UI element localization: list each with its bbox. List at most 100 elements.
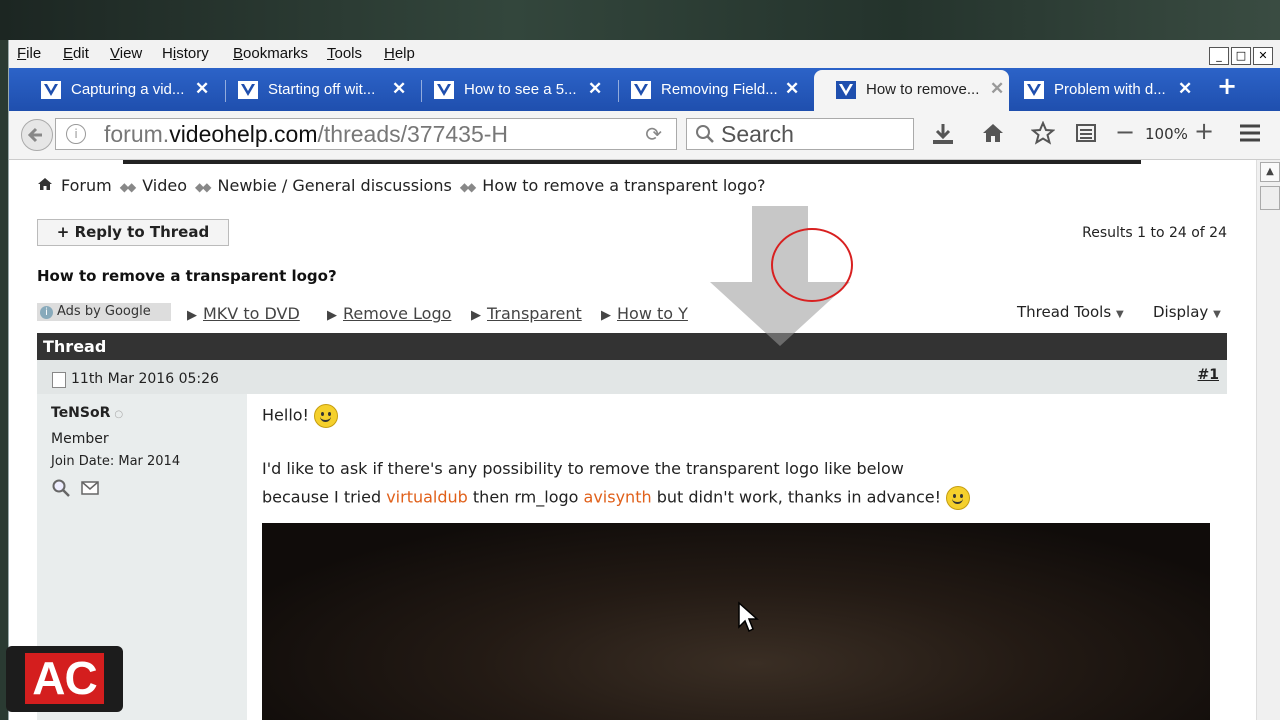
url-bar[interactable]: i forum.videohelp.com/threads/377435-H ⟳ bbox=[55, 118, 677, 150]
info-icon[interactable]: i bbox=[66, 124, 86, 144]
breadcrumb-current: How to remove a transparent logo? bbox=[482, 176, 766, 195]
window-controls: _ □ ✕ bbox=[1207, 44, 1273, 65]
scroll-up-arrow-icon[interactable]: ▲ bbox=[1260, 162, 1280, 182]
join-date: Join Date: Mar 2014 bbox=[51, 454, 181, 469]
post-permalink[interactable]: #1 bbox=[1198, 367, 1219, 383]
tab-label: How to see a 5... bbox=[464, 81, 577, 98]
tab-close-icon[interactable]: ✕ bbox=[195, 79, 209, 99]
desktop-background bbox=[0, 0, 1280, 40]
zoom-out-icon[interactable]: − bbox=[1115, 118, 1135, 146]
post-date: 11th Mar 2016 05:26 bbox=[71, 371, 219, 387]
tab-how-to-see[interactable]: How to see a 5... ✕ bbox=[412, 72, 607, 107]
thread-bar-label: Thread bbox=[43, 337, 107, 356]
search-placeholder: Search bbox=[721, 121, 794, 147]
hamburger-menu-icon[interactable] bbox=[1239, 123, 1261, 143]
menu-edit[interactable]: Edit bbox=[63, 45, 89, 62]
url-text[interactable]: forum.videohelp.com/threads/377435-H bbox=[104, 121, 604, 148]
scrollbar-thumb[interactable] bbox=[1260, 186, 1280, 210]
download-icon[interactable] bbox=[931, 122, 955, 146]
zoom-in-icon[interactable]: + bbox=[1194, 117, 1214, 145]
ad-link-remove-logo[interactable]: ▶ Remove Logo bbox=[327, 304, 451, 323]
play-triangle-icon: ▶ bbox=[327, 308, 337, 323]
tab-close-icon[interactable]: ✕ bbox=[785, 79, 799, 99]
link-avisynth[interactable]: avisynth bbox=[584, 488, 652, 507]
channel-logo-text: AC bbox=[25, 653, 104, 704]
tab-label: Starting off wit... bbox=[268, 81, 376, 98]
breadcrumb-video[interactable]: Video bbox=[142, 176, 187, 195]
smiley-icon bbox=[314, 404, 339, 428]
breadcrumb: Forum ◆◆ Video ◆◆ Newbie / General discussio… bbox=[37, 176, 766, 195]
tab-starting-off[interactable]: Starting off wit... ✕ bbox=[216, 72, 411, 107]
bookmark-star-icon[interactable] bbox=[1031, 121, 1055, 145]
reply-to-thread-button[interactable]: + Reply to Thread bbox=[37, 219, 229, 246]
reload-icon[interactable]: ⟳ bbox=[645, 122, 662, 146]
play-triangle-icon: ▶ bbox=[601, 308, 611, 323]
reply-label: Reply to Thread bbox=[74, 223, 210, 241]
tab-problem-with[interactable]: Problem with d... ✕ bbox=[1002, 72, 1197, 107]
thread-title: How to remove a transparent logo? bbox=[37, 267, 337, 285]
dropdown-arrow-icon: ▼ bbox=[1115, 309, 1124, 320]
ads-by-google-badge[interactable]: i Ads by Google bbox=[37, 303, 171, 321]
info-icon: i bbox=[40, 306, 53, 319]
thread-header-bar: Thread bbox=[37, 333, 1227, 360]
menu-view[interactable]: View bbox=[110, 45, 142, 62]
maximize-icon[interactable]: □ bbox=[1231, 47, 1251, 65]
ad-link-how-to[interactable]: ▶ How to Y bbox=[601, 304, 693, 323]
magnifier-icon[interactable] bbox=[51, 478, 71, 498]
play-triangle-icon: ▶ bbox=[471, 308, 481, 323]
back-button[interactable] bbox=[21, 119, 53, 151]
menu-bookmarks[interactable]: Bookmarks bbox=[233, 45, 308, 62]
home-icon[interactable] bbox=[981, 121, 1005, 145]
post-body: Hello! I'd like to ask if there's any po… bbox=[247, 394, 1227, 720]
dropdown-arrow-icon: ▼ bbox=[1213, 309, 1221, 320]
breadcrumb-forum[interactable]: Forum bbox=[61, 176, 112, 195]
breadcrumb-separator-icon: ◆◆ bbox=[195, 180, 212, 194]
plus-icon: + bbox=[56, 223, 75, 241]
navigation-bar: i forum.videohelp.com/threads/377435-H ⟳… bbox=[9, 111, 1280, 160]
ads-label: Ads by Google bbox=[57, 304, 151, 319]
minimize-icon[interactable]: _ bbox=[1209, 47, 1229, 65]
vertical-scrollbar[interactable]: ▲ bbox=[1256, 160, 1280, 720]
menu-help[interactable]: Help bbox=[384, 45, 415, 62]
post-greeting: Hello! bbox=[262, 404, 339, 428]
home-icon[interactable] bbox=[37, 176, 53, 192]
tab-label: How to remove... bbox=[866, 81, 980, 98]
videohelp-favicon-icon bbox=[836, 81, 856, 99]
menu-file[interactable]: File bbox=[17, 45, 41, 62]
user-actions bbox=[51, 478, 100, 502]
tab-close-icon[interactable]: ✕ bbox=[392, 79, 406, 99]
back-arrow-icon bbox=[27, 127, 42, 143]
tab-label: Problem with d... bbox=[1054, 81, 1166, 98]
tab-close-icon[interactable]: ✕ bbox=[1178, 79, 1192, 99]
tab-strip: Capturing a vid... ✕ Starting off wit...… bbox=[9, 68, 1280, 111]
envelope-icon[interactable] bbox=[80, 478, 100, 498]
post-video-frame-image bbox=[262, 523, 1210, 720]
post-line-1: I'd like to ask if there's any possibili… bbox=[262, 459, 904, 478]
breadcrumb-separator-icon: ◆◆ bbox=[119, 180, 137, 194]
post-line-2: because I tried virtualdub then rm_logo … bbox=[262, 486, 971, 510]
reader-list-icon[interactable] bbox=[1075, 122, 1097, 144]
tab-label: Capturing a vid... bbox=[71, 81, 185, 98]
ad-link-transparent[interactable]: ▶ Transparent bbox=[471, 304, 582, 323]
tab-removing-field[interactable]: Removing Field... ✕ bbox=[609, 72, 804, 107]
search-icon bbox=[696, 125, 714, 143]
username[interactable]: TeNSoR ○ bbox=[51, 405, 123, 421]
ad-link-mkv-to-dvd[interactable]: ▶ MKV to DVD bbox=[187, 304, 300, 323]
breadcrumb-newbie[interactable]: Newbie / General discussions bbox=[218, 176, 452, 195]
videohelp-favicon-icon bbox=[1024, 81, 1044, 99]
display-dropdown[interactable]: Display ▼ bbox=[1153, 303, 1221, 321]
link-virtualdub[interactable]: virtualdub bbox=[386, 488, 468, 507]
menu-tools[interactable]: Tools bbox=[327, 45, 362, 62]
thread-tools-dropdown[interactable]: Thread Tools ▼ bbox=[1017, 303, 1124, 321]
new-tab-plus-icon[interactable]: + bbox=[1217, 72, 1237, 100]
highlight-circle bbox=[771, 228, 853, 302]
post-header: 11th Mar 2016 05:26 #1 bbox=[37, 360, 1227, 394]
tab-capturing[interactable]: Capturing a vid... ✕ bbox=[19, 72, 214, 107]
search-input[interactable]: Search bbox=[686, 118, 914, 150]
videohelp-favicon-icon bbox=[631, 81, 651, 99]
close-window-icon[interactable]: ✕ bbox=[1253, 47, 1273, 65]
menu-history[interactable]: History bbox=[162, 45, 209, 62]
tab-how-to-remove[interactable]: How to remove... ✕ bbox=[814, 70, 1009, 111]
tab-close-icon[interactable]: ✕ bbox=[588, 79, 602, 99]
videohelp-favicon-icon bbox=[238, 81, 258, 99]
